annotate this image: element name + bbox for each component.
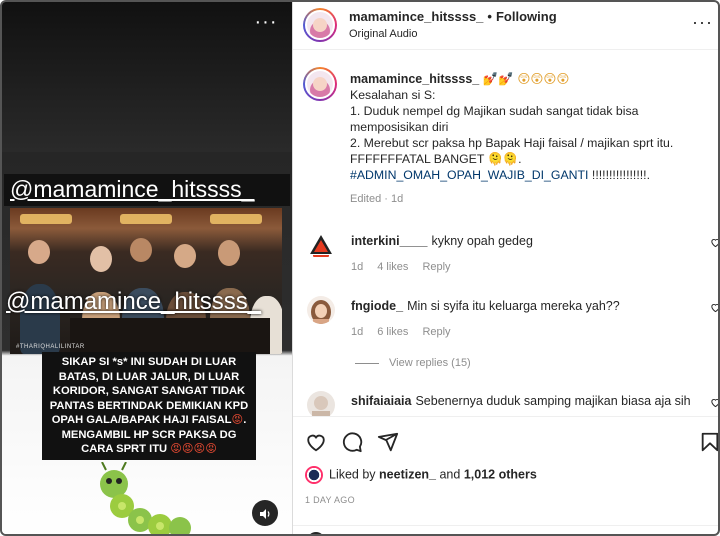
post-header: mamamince_hitssss_ • Following Original Au… xyxy=(293,2,718,50)
video-more-icon[interactable]: ··· xyxy=(254,12,278,32)
speaker-icon[interactable] xyxy=(252,500,278,526)
add-comment-bar[interactable] xyxy=(293,525,718,534)
hashtag-link[interactable]: #ADMIN_OMAH_OPAH_WAJIB_DI_GANTI xyxy=(350,168,588,182)
video-caption-text: SIKAP SI *s* INI SUDAH DI LUAR BATAS, DI… xyxy=(42,352,256,460)
comments-scroll-area[interactable]: mamamince_hitssss_ 💅💅 😲😲😲😲 Kesalahan si … xyxy=(293,51,720,416)
author-avatar[interactable] xyxy=(303,8,337,42)
comment-likes[interactable]: 4 likes xyxy=(377,261,408,273)
comment-heart-icon[interactable] xyxy=(710,302,720,313)
caterpillar-sticker xyxy=(100,462,191,534)
send-icon[interactable] xyxy=(377,431,399,453)
liker-username[interactable]: neetizen_ xyxy=(379,467,436,481)
reply-button[interactable]: Reply xyxy=(422,261,450,273)
comment-likes[interactable]: 6 likes xyxy=(377,326,408,338)
comment-item: fngiode_ Min si syifa itu keluarga mereka… xyxy=(293,296,720,356)
comment-avatar[interactable] xyxy=(307,296,335,324)
video-handle-overlay: @mamamince_hitssss_ xyxy=(6,288,262,315)
comment-username[interactable]: interkini____ xyxy=(351,234,427,248)
comment-avatar[interactable] xyxy=(307,231,335,259)
comment-text: kykny opah gedeg xyxy=(431,234,533,248)
comment-icon[interactable] xyxy=(341,431,363,453)
likes-count[interactable]: 1,012 others xyxy=(464,467,537,481)
video-frame-image: #THARIQHALILINTAR xyxy=(10,208,282,354)
comment-avatar[interactable] xyxy=(307,391,335,416)
heart-icon[interactable] xyxy=(305,431,327,453)
liker-avatar[interactable] xyxy=(305,466,323,484)
reel-video[interactable]: ··· @mamamince_hitssss_ #THARIQHALILINTA… xyxy=(2,2,292,534)
reply-button[interactable]: Reply xyxy=(422,326,450,338)
comment-username[interactable]: fngiode_ xyxy=(351,299,403,313)
comment-heart-icon[interactable] xyxy=(710,237,720,248)
comment-text: Sebenernya duduk samping majikan biasa a… xyxy=(415,394,691,408)
comment-item: interkini____ kykny opah gedeg 1d 4 likes R… xyxy=(293,231,720,291)
post-timestamp: 1 DAY AGO xyxy=(305,495,355,505)
instagram-post-window: ··· @mamamince_hitssss_ #THARIQHALILINTA… xyxy=(0,0,720,536)
video-watermark: #THARIQHALILINTAR xyxy=(16,344,85,350)
post-menu-icon[interactable]: ··· xyxy=(692,12,713,33)
video-top-area xyxy=(2,2,292,152)
caption-username[interactable]: mamamince_hitssss_ xyxy=(350,72,479,86)
caption-username-row: mamamince_hitssss_ 💅💅 😲😲😲😲 xyxy=(350,72,570,86)
caption-meta: Edited · 1d xyxy=(350,193,404,205)
view-replies-button[interactable]: View replies (15) xyxy=(355,357,471,369)
likes-summary: Liked by neetizen_ and 1,012 others xyxy=(305,466,537,486)
original-audio-link[interactable]: Original Audio xyxy=(349,28,418,40)
comment-heart-icon[interactable] xyxy=(710,397,720,408)
video-handle-top: @mamamince_hitssss_ xyxy=(4,174,290,206)
post-actions: Liked by neetizen_ and 1,012 others 1 DA… xyxy=(293,416,720,534)
post-panel: mamamince_hitssss_ • Following Original Au… xyxy=(292,2,720,534)
caption-avatar[interactable] xyxy=(303,67,337,101)
comment-item: shifaiaiaia Sebenernya duduk samping maji… xyxy=(293,391,720,416)
following-button[interactable]: Following xyxy=(496,9,557,24)
comment-username[interactable]: shifaiaiaia xyxy=(351,394,411,408)
author-username-row: mamamince_hitssss_ • Following xyxy=(349,9,557,24)
author-username[interactable]: mamamince_hitssss_ xyxy=(349,9,483,24)
emoji-icon[interactable] xyxy=(307,532,325,534)
comment-text: Min si syifa itu keluarga mereka yah?? xyxy=(407,299,620,313)
bookmark-icon[interactable] xyxy=(699,431,720,453)
caption-text: Kesalahan si S: 1. Duduk nempel dg Majik… xyxy=(350,88,674,182)
